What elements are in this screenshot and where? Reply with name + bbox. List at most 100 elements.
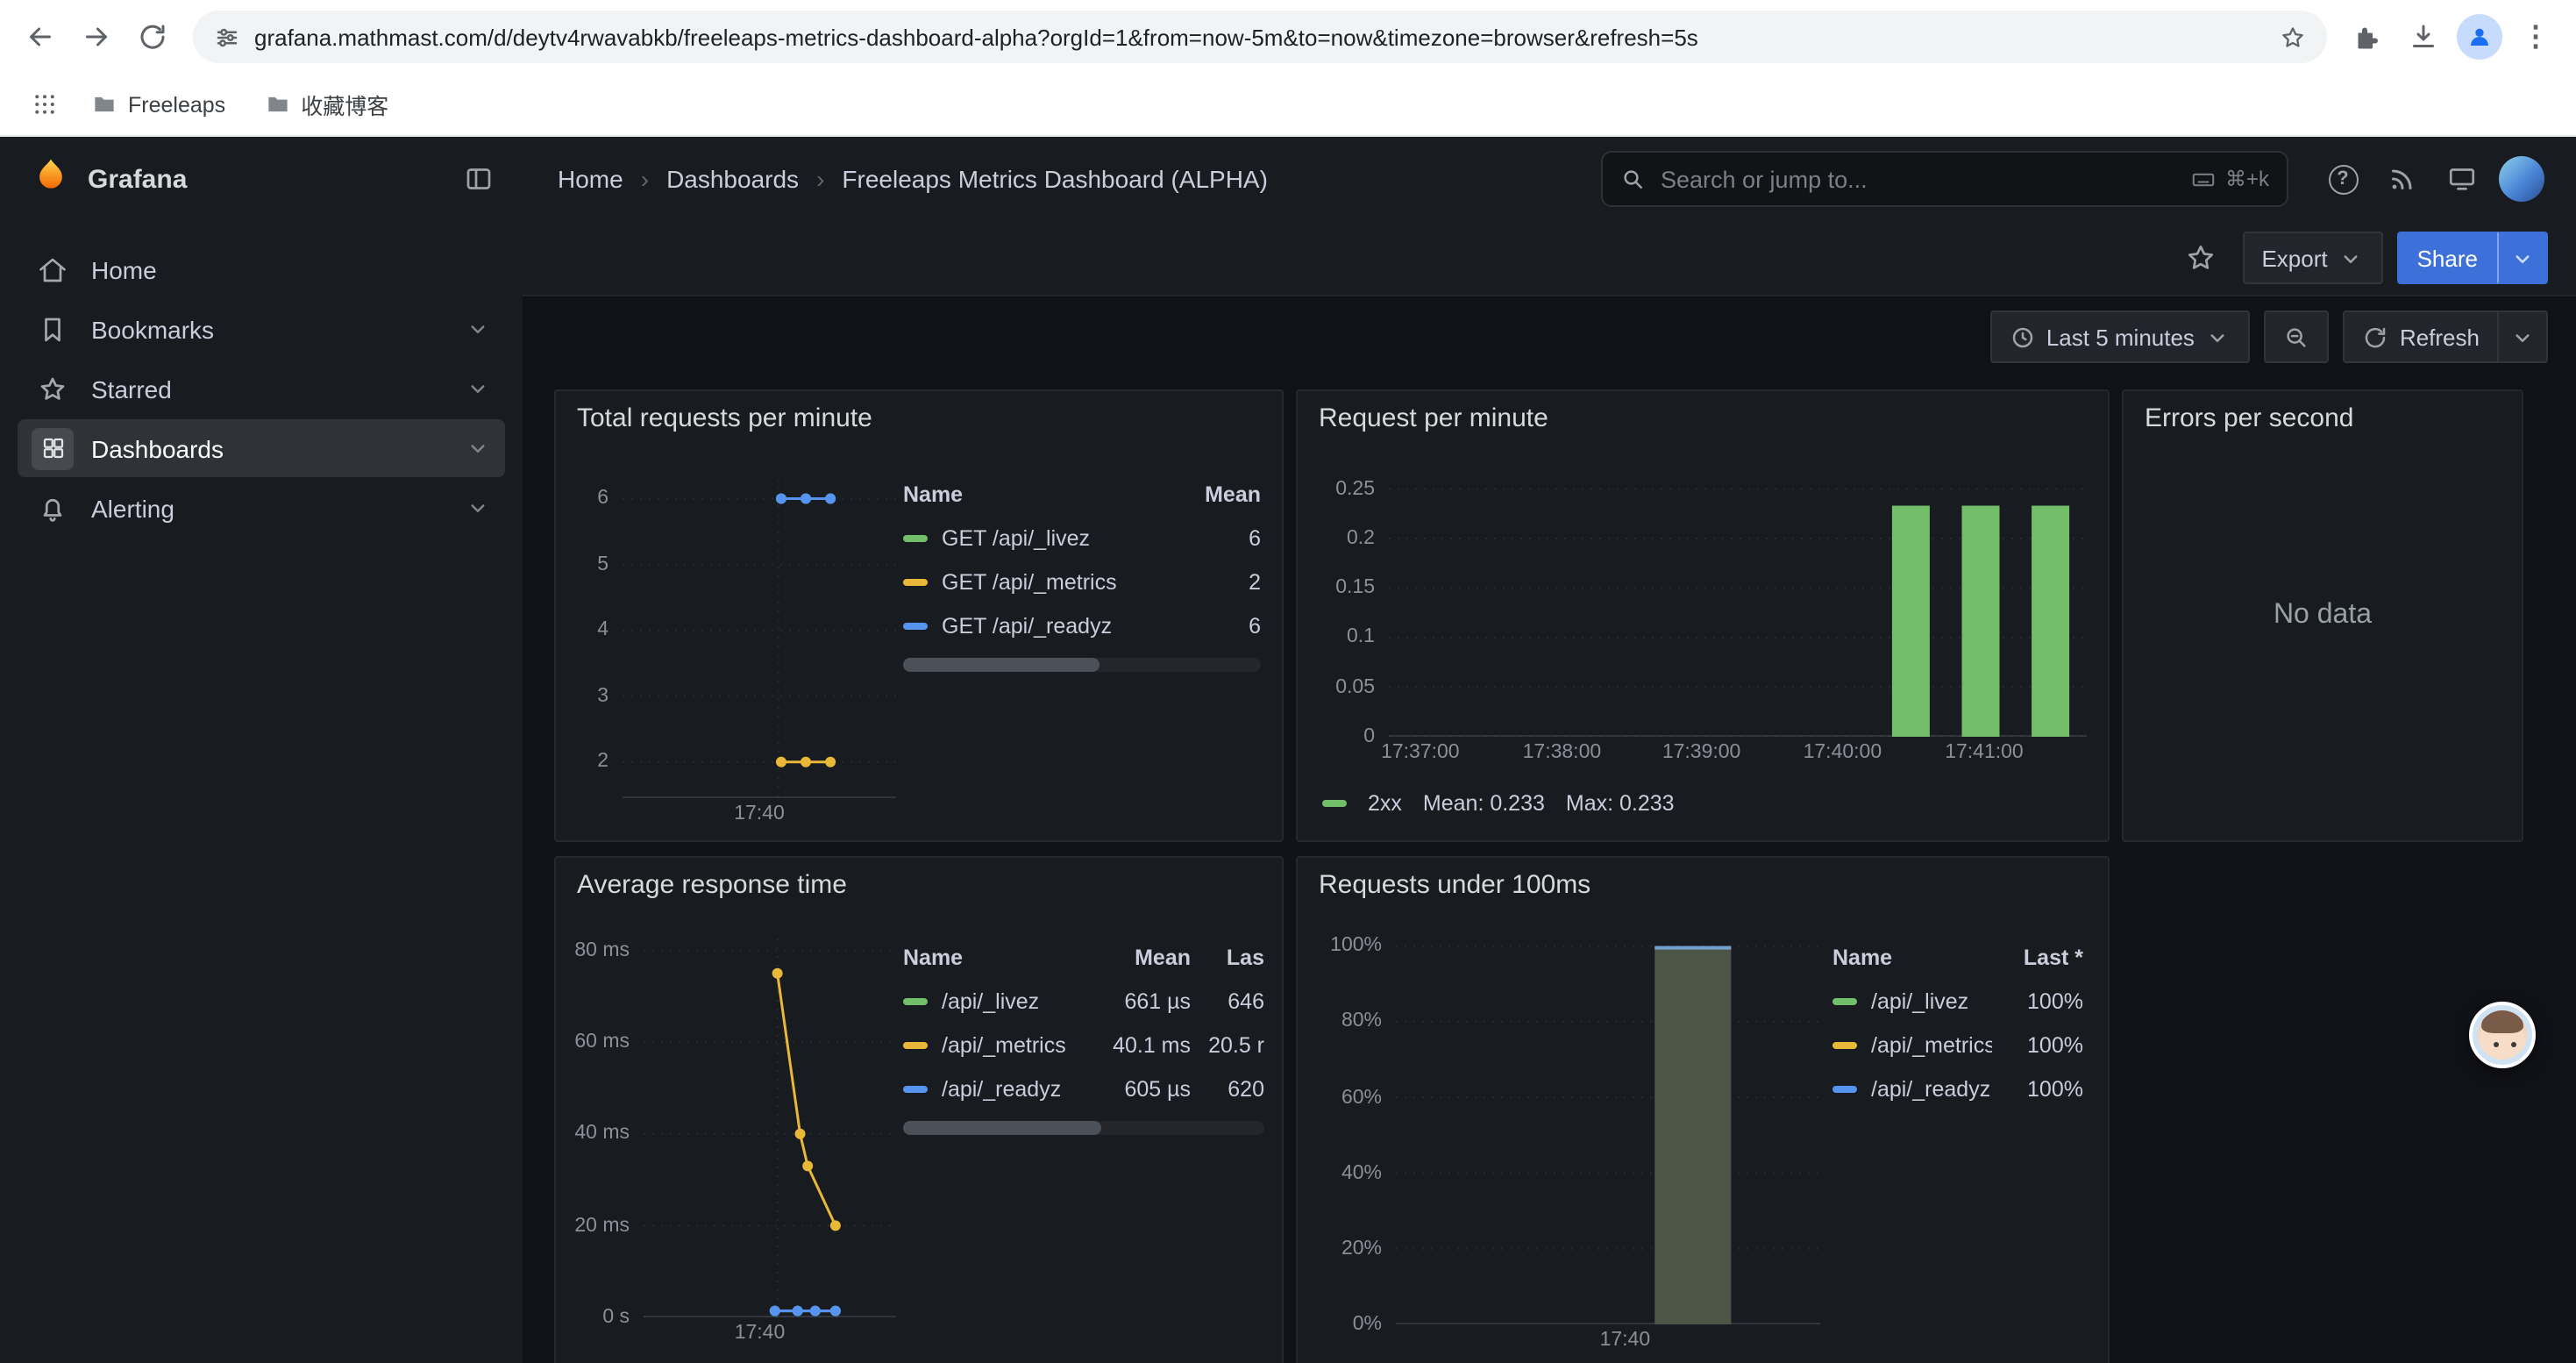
- series-mean: 6: [1170, 525, 1261, 550]
- refresh-interval-chevron[interactable]: [2499, 310, 2548, 363]
- series-name[interactable]: /api/_metrics: [942, 1032, 1099, 1057]
- bookmark-folder-blogs[interactable]: 收藏博客: [250, 81, 402, 128]
- legend-col-mean[interactable]: Mean: [1099, 945, 1191, 969]
- legend-row[interactable]: /api/_metrics 40.1 ms 20.5 r: [903, 1023, 1264, 1067]
- reload-icon[interactable]: [126, 11, 179, 63]
- legend-row[interactable]: /api/_readyz 100%: [1832, 1067, 2083, 1110]
- legend-col-last[interactable]: Last *: [1992, 945, 2083, 969]
- share-menu-chevron[interactable]: [2497, 232, 2548, 284]
- avg-response-chart: 80 ms60 ms40 ms20 ms0 s 17:40: [570, 938, 903, 1356]
- y-axis: 0.250.20.150.10.050: [1319, 479, 1378, 737]
- legend-row[interactable]: /api/_livez 661 µs 646: [903, 979, 1264, 1023]
- search-input[interactable]: Search or jump to... ⌘+k: [1601, 151, 2288, 207]
- dock-sidebar-icon[interactable]: [463, 163, 495, 195]
- bookmark-folder-freeleaps[interactable]: Freeleaps: [77, 84, 239, 125]
- series-name[interactable]: GET /api/_metrics: [942, 569, 1170, 594]
- panel-title[interactable]: Requests under 100ms: [1319, 870, 1590, 900]
- sidebar-item-dashboards[interactable]: Dashboards: [18, 419, 505, 477]
- series-name[interactable]: GET /api/_readyz: [942, 613, 1170, 638]
- sidebar-item-bookmarks[interactable]: Bookmarks: [18, 300, 505, 358]
- refresh-button[interactable]: Refresh: [2344, 310, 2499, 363]
- legend-row[interactable]: GET /api/_readyz 6: [903, 603, 1261, 647]
- scrollbar-thumb[interactable]: [903, 1121, 1102, 1135]
- rss-icon[interactable]: [2373, 151, 2432, 207]
- forward-icon[interactable]: [70, 11, 123, 63]
- extensions-icon[interactable]: [2341, 11, 2394, 63]
- time-range-picker[interactable]: Last 5 minutes: [1990, 310, 2251, 363]
- bookmark-label: Freeleaps: [128, 92, 225, 117]
- y-axis: 80 ms60 ms40 ms20 ms0 s: [570, 938, 633, 1317]
- sidebar-item-alerting[interactable]: Alerting: [18, 479, 505, 537]
- grafana-logo[interactable]: [32, 155, 70, 203]
- series-last: 100%: [1992, 1076, 2083, 1101]
- browser-menu-icon[interactable]: ⋮: [2509, 11, 2562, 63]
- sidebar-item-label: Starred: [91, 375, 172, 403]
- series-swatch: [903, 622, 928, 629]
- sidebar-item-home[interactable]: Home: [18, 240, 505, 298]
- sidebar-item-label: Dashboards: [91, 434, 224, 462]
- legend-row[interactable]: GET /api/_livez 6: [903, 516, 1261, 560]
- zoom-out-button[interactable]: [2265, 310, 2330, 363]
- back-icon[interactable]: [14, 11, 67, 63]
- legend-col-mean[interactable]: Mean: [1170, 482, 1261, 506]
- help-icon[interactable]: ?: [2313, 151, 2373, 207]
- url-text[interactable]: grafana.mathmast.com/d/deytv4rwavabkb/fr…: [254, 24, 2266, 50]
- legend-scrollbar[interactable]: [903, 1121, 1264, 1135]
- panel-title[interactable]: Average response time: [577, 870, 847, 900]
- downloads-icon[interactable]: [2397, 11, 2450, 63]
- chevron-down-icon[interactable]: [465, 435, 491, 461]
- share-button[interactable]: Share: [2398, 232, 2497, 284]
- legend-row[interactable]: /api/_metrics 100%: [1832, 1023, 2083, 1067]
- apps-grid-icon[interactable]: [21, 82, 67, 127]
- series-name[interactable]: /api/_readyz: [1871, 1076, 1992, 1101]
- dashboard-content: Last 5 minutes Refresh: [523, 296, 2576, 1363]
- panel-title[interactable]: Request per minute: [1319, 403, 1548, 433]
- legend-col-name[interactable]: Name: [903, 945, 1099, 969]
- panel-request-per-minute: Request per minute 0.250.20.150.10.050 1…: [1296, 389, 2110, 842]
- sidebar-item-label: Home: [91, 255, 157, 283]
- chevron-down-icon[interactable]: [465, 375, 491, 402]
- series-name[interactable]: /api/_livez: [942, 988, 1099, 1013]
- chevron-down-icon[interactable]: [465, 316, 491, 342]
- series-name[interactable]: /api/_readyz: [942, 1076, 1099, 1101]
- kebab-glyph: ⋮: [2522, 19, 2550, 54]
- bookmark-label: 收藏博客: [301, 88, 388, 121]
- user-avatar[interactable]: [2492, 151, 2551, 207]
- profile-avatar[interactable]: [2453, 11, 2506, 63]
- series-name[interactable]: GET /api/_livez: [942, 525, 1170, 550]
- legend-stats[interactable]: 2xx Mean: 0.233 Max: 0.233: [1322, 791, 1675, 816]
- scrollbar-thumb[interactable]: [903, 658, 1099, 672]
- breadcrumb-home[interactable]: Home: [558, 165, 623, 193]
- breadcrumb-dashboards[interactable]: Dashboards: [666, 165, 799, 193]
- series-name[interactable]: /api/_livez: [1871, 988, 1992, 1013]
- series-swatch: [903, 578, 928, 585]
- floating-assistant-avatar[interactable]: [2469, 1002, 2536, 1068]
- grafana-app: Grafana Home Bookmarks Starred: [0, 137, 2576, 1363]
- legend-header: Name Mean Las: [903, 935, 1264, 979]
- legend-row[interactable]: GET /api/_metrics 2: [903, 560, 1261, 603]
- chevron-down-icon: [2509, 324, 2536, 350]
- legend-col-name[interactable]: Name: [1832, 945, 1992, 969]
- series-mean: 6: [1170, 613, 1261, 638]
- panel-title[interactable]: Total requests per minute: [577, 403, 872, 433]
- refresh-icon: [2363, 324, 2389, 350]
- series-last: 100%: [1992, 988, 2083, 1013]
- series-mean: 40.1 ms: [1099, 1032, 1191, 1057]
- legend-row[interactable]: /api/_readyz 605 µs 620: [903, 1067, 1264, 1110]
- legend-col-name[interactable]: Name: [903, 482, 1170, 506]
- legend-scrollbar[interactable]: [903, 658, 1261, 672]
- sidebar-item-starred[interactable]: Starred: [18, 360, 505, 417]
- site-info-icon[interactable]: [214, 24, 240, 50]
- legend-col-last[interactable]: Las: [1191, 945, 1264, 969]
- address-bar[interactable]: grafana.mathmast.com/d/deytv4rwavabkb/fr…: [193, 11, 2327, 63]
- bell-icon: [32, 487, 74, 529]
- series-name[interactable]: 2xx: [1368, 791, 1402, 816]
- series-name[interactable]: /api/_metrics: [1871, 1032, 1992, 1057]
- favorite-star-icon[interactable]: [2172, 232, 2228, 284]
- bookmark-star-icon[interactable]: [2280, 24, 2306, 50]
- legend-row[interactable]: /api/_livez 100%: [1832, 979, 2083, 1023]
- export-button[interactable]: Export: [2242, 232, 2383, 284]
- avatar-image: [2499, 156, 2544, 202]
- chevron-down-icon[interactable]: [465, 495, 491, 521]
- kiosk-monitor-icon[interactable]: [2432, 151, 2492, 207]
